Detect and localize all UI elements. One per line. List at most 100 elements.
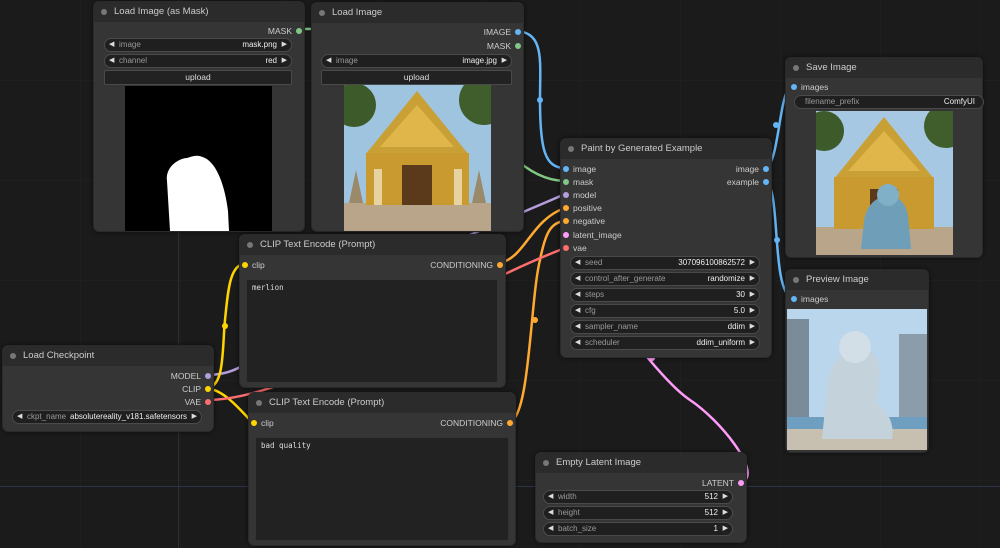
arrow-right-icon[interactable]: ▶ (723, 523, 728, 535)
widget-batch-size[interactable]: ◀ batch_size 1 ▶ (543, 522, 733, 536)
node-title[interactable]: Load Image (312, 3, 523, 23)
arrow-left-icon[interactable]: ◀ (575, 257, 580, 269)
input-pin[interactable] (251, 420, 257, 426)
output-vae[interactable]: VAE (185, 396, 213, 408)
node-empty-latent-image[interactable]: Empty Latent Image LATENT ◀ width 512 ▶ ◀ he… (535, 452, 747, 543)
output-pin[interactable] (205, 373, 211, 379)
arrow-right-icon[interactable]: ▶ (723, 491, 728, 503)
arrow-right-icon[interactable]: ▶ (750, 289, 755, 301)
arrow-right-icon[interactable]: ▶ (282, 39, 287, 51)
arrow-right-icon[interactable]: ▶ (750, 273, 755, 285)
node-title[interactable]: Paint by Generated Example (561, 139, 771, 159)
node-load-checkpoint[interactable]: Load Checkpoint MODEL CLIP VAE ◀ ckpt_nam… (2, 345, 214, 432)
output-pin[interactable] (205, 386, 211, 392)
input-pin[interactable] (563, 179, 569, 185)
widget-filename-prefix[interactable]: filename_prefix ComfyUI (794, 95, 984, 109)
collapse-dot[interactable] (793, 65, 799, 71)
input-pin[interactable] (563, 218, 569, 224)
arrow-left-icon[interactable]: ◀ (548, 507, 553, 519)
input-pin[interactable] (563, 232, 569, 238)
prompt-textarea[interactable]: bad quality (255, 437, 509, 541)
input-pin[interactable] (791, 296, 797, 302)
output-conditioning[interactable]: CONDITIONING (430, 259, 505, 271)
arrow-right-icon[interactable]: ▶ (750, 305, 755, 317)
node-title[interactable]: Load Image (as Mask) (94, 2, 304, 22)
output-pin[interactable] (515, 29, 521, 35)
upload-button[interactable]: upload (104, 70, 292, 85)
node-title[interactable]: CLIP Text Encode (Prompt) (249, 393, 515, 413)
output-example[interactable]: example (727, 176, 771, 188)
output-pin[interactable] (763, 179, 769, 185)
output-image[interactable]: IMAGE (484, 26, 523, 38)
arrow-right-icon[interactable]: ▶ (192, 411, 197, 423)
widget-image[interactable]: ◀ image mask.png ▶ (104, 38, 292, 52)
input-mask[interactable]: mask (561, 176, 593, 188)
output-pin[interactable] (497, 262, 503, 268)
output-clip[interactable]: CLIP (182, 383, 213, 395)
arrow-right-icon[interactable]: ▶ (282, 55, 287, 67)
arrow-left-icon[interactable]: ◀ (575, 273, 580, 285)
widget-channel[interactable]: ◀ channel red ▶ (104, 54, 292, 68)
collapse-dot[interactable] (256, 400, 262, 406)
widget-cfg[interactable]: ◀ cfg 5.0 ▶ (570, 304, 760, 318)
widget-scheduler[interactable]: ◀ scheduler ddim_uniform ▶ (570, 336, 760, 350)
output-mask[interactable]: MASK (268, 25, 304, 37)
arrow-left-icon[interactable]: ◀ (575, 305, 580, 317)
node-title[interactable]: Empty Latent Image (536, 453, 746, 473)
output-pin[interactable] (738, 480, 744, 486)
node-title[interactable]: Preview Image (786, 270, 928, 290)
input-images[interactable]: images (789, 81, 828, 93)
input-clip[interactable]: clip (240, 259, 265, 271)
collapse-dot[interactable] (247, 242, 253, 248)
output-conditioning[interactable]: CONDITIONING (440, 417, 515, 429)
output-model[interactable]: MODEL (171, 370, 213, 382)
widget-sampler-name[interactable]: ◀ sampler_name ddim ▶ (570, 320, 760, 334)
collapse-dot[interactable] (568, 146, 574, 152)
collapse-dot[interactable] (793, 277, 799, 283)
node-preview-image[interactable]: Preview Image images (785, 269, 929, 453)
input-negative[interactable]: negative (561, 215, 605, 227)
node-clip-text-encode-positive[interactable]: CLIP Text Encode (Prompt) clip CONDITION… (239, 234, 506, 388)
arrow-right-icon[interactable]: ▶ (750, 257, 755, 269)
input-pin[interactable] (242, 262, 248, 268)
widget-width[interactable]: ◀ width 512 ▶ (543, 490, 733, 504)
output-pin[interactable] (515, 43, 521, 49)
output-pin[interactable] (507, 420, 513, 426)
collapse-dot[interactable] (10, 353, 16, 359)
output-mask[interactable]: MASK (487, 40, 523, 52)
input-positive[interactable]: positive (561, 202, 602, 214)
arrow-left-icon[interactable]: ◀ (17, 411, 22, 423)
output-pin[interactable] (763, 166, 769, 172)
arrow-right-icon[interactable]: ▶ (750, 337, 755, 349)
arrow-right-icon[interactable]: ▶ (723, 507, 728, 519)
arrow-left-icon[interactable]: ◀ (548, 491, 553, 503)
input-pin[interactable] (563, 192, 569, 198)
arrow-left-icon[interactable]: ◀ (326, 55, 331, 67)
node-title[interactable]: Save Image (786, 58, 982, 78)
widget-control-after-generate[interactable]: ◀ control_after_generate randomize ▶ (570, 272, 760, 286)
arrow-left-icon[interactable]: ◀ (575, 321, 580, 333)
input-model[interactable]: model (561, 189, 596, 201)
node-paint-by-example[interactable]: Paint by Generated Example image mask mo… (560, 138, 772, 358)
arrow-right-icon[interactable]: ▶ (750, 321, 755, 333)
arrow-left-icon[interactable]: ◀ (109, 39, 114, 51)
widget-steps[interactable]: ◀ steps 30 ▶ (570, 288, 760, 302)
widget-ckpt-name[interactable]: ◀ ckpt_name absolutereality_v181.safetenso… (12, 410, 202, 424)
prompt-textarea[interactable]: merlion (246, 279, 498, 383)
input-pin[interactable] (791, 84, 797, 90)
output-pin[interactable] (205, 399, 211, 405)
widget-image[interactable]: ◀ image image.jpg ▶ (321, 54, 512, 68)
collapse-dot[interactable] (101, 9, 107, 15)
upload-button[interactable]: upload (321, 70, 512, 85)
input-pin[interactable] (563, 245, 569, 251)
input-clip[interactable]: clip (249, 417, 274, 429)
input-images[interactable]: images (789, 293, 828, 305)
node-save-image[interactable]: Save Image images filename_prefix ComfyUI (785, 57, 984, 258)
output-image[interactable]: image (736, 163, 771, 175)
arrow-left-icon[interactable]: ◀ (548, 523, 553, 535)
input-latent-image[interactable]: latent_image (561, 229, 622, 241)
input-vae[interactable]: vae (561, 242, 587, 254)
input-image[interactable]: image (561, 163, 596, 175)
widget-height[interactable]: ◀ height 512 ▶ (543, 506, 733, 520)
widget-seed[interactable]: ◀ seed 307096100862572 ▶ (570, 256, 760, 270)
